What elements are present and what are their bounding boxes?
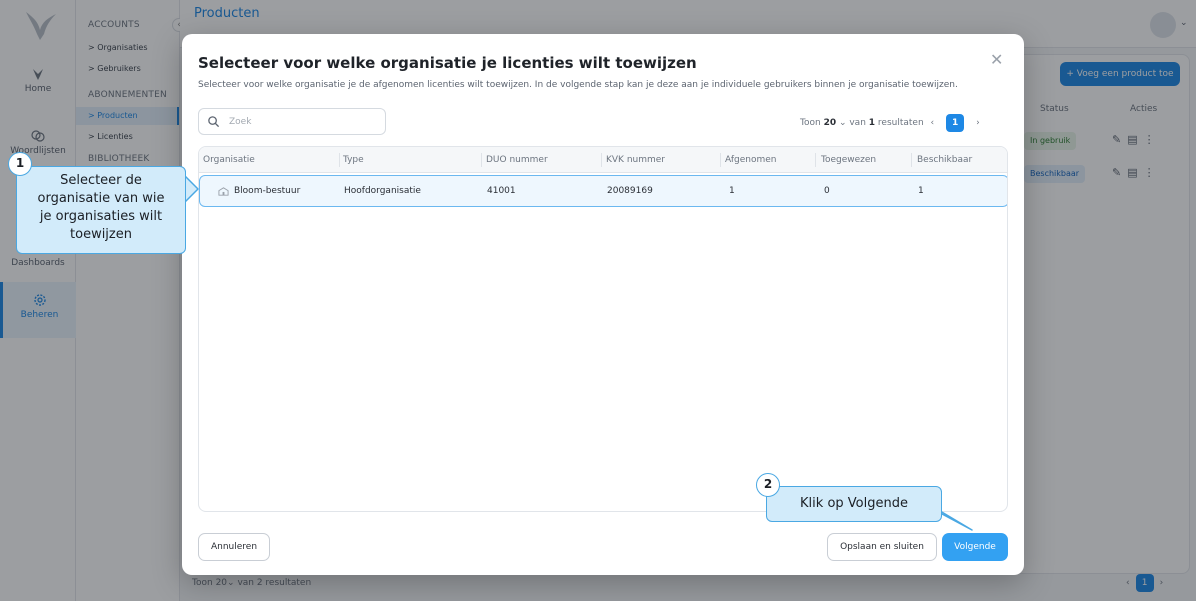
cell-organisatie: Bloom-bestuur — [234, 186, 301, 196]
table-header: Organisatie Type DUO nummer KVK nummer A… — [199, 147, 1007, 173]
cell-beschikbaar: 1 — [918, 186, 924, 196]
school-building-icon — [218, 187, 229, 196]
column-divider — [601, 153, 602, 167]
column-header-duo[interactable]: DUO nummer — [486, 155, 548, 165]
chevron-down-icon[interactable]: ⌄ — [836, 118, 849, 128]
pager-results-label: resultaten — [877, 118, 924, 128]
instruction-callout-click-next: Klik op Volgende — [766, 486, 942, 522]
cancel-button[interactable]: Annuleren — [198, 533, 270, 561]
result-count: 1 — [868, 118, 876, 128]
cell-afgenomen: 1 — [729, 186, 735, 196]
table-row[interactable]: Bloom-bestuur Hoofdorganisatie 41001 200… — [199, 175, 1007, 207]
step-number-badge: 1 — [8, 152, 32, 176]
column-divider — [815, 153, 816, 167]
column-divider — [339, 153, 340, 167]
callout-text-line: je organisaties wilt — [39, 209, 163, 224]
column-header-beschikbaar[interactable]: Beschikbaar — [917, 155, 972, 165]
cell-duo: 41001 — [487, 186, 516, 196]
cell-toegewezen: 0 — [824, 186, 830, 196]
page-size-select[interactable]: 20 — [824, 118, 837, 128]
page-button[interactable]: 1 — [946, 114, 965, 132]
dialog-subtitle: Selecteer voor welke organisatie je de a… — [198, 80, 958, 90]
column-divider — [720, 153, 721, 167]
instruction-callout-select-organisation: Selecteer de organisatie van wie je orga… — [16, 166, 186, 254]
save-and-close-button[interactable]: Opslaan en sluiten — [827, 533, 937, 561]
search-input[interactable] — [229, 113, 379, 131]
chevron-left-icon[interactable]: ‹ — [927, 118, 939, 128]
chevron-right-icon[interactable]: › — [972, 118, 984, 128]
column-header-toegewezen[interactable]: Toegewezen — [821, 155, 876, 165]
column-header-type[interactable]: Type — [343, 155, 364, 165]
close-icon[interactable]: ✕ — [990, 50, 1003, 69]
pagination: Toon 20 ⌄ van 1 resultaten ‹ 1 › — [800, 114, 984, 132]
column-divider — [481, 153, 482, 167]
callout-text-line: organisatie van wie — [37, 191, 165, 206]
cell-type: Hoofdorganisatie — [344, 186, 421, 196]
cell-kvk: 20089169 — [607, 186, 653, 196]
search-icon — [208, 116, 220, 128]
pager-of-label: van — [849, 118, 866, 128]
organisations-table: Organisatie Type DUO nummer KVK nummer A… — [198, 146, 1008, 512]
column-header-organisatie[interactable]: Organisatie — [203, 155, 255, 165]
next-button[interactable]: Volgende — [942, 533, 1008, 561]
dialog-title: Selecteer voor welke organisatie je lice… — [198, 54, 697, 72]
callout-text-line: toewijzen — [70, 227, 132, 242]
column-header-kvk[interactable]: KVK nummer — [606, 155, 665, 165]
column-header-afgenomen[interactable]: Afgenomen — [725, 155, 776, 165]
step-number-badge: 2 — [756, 473, 780, 497]
pager-show-label: Toon — [800, 118, 821, 128]
callout-text-line: Selecteer de — [60, 173, 142, 188]
column-divider — [911, 153, 912, 167]
search-field[interactable] — [198, 108, 386, 135]
